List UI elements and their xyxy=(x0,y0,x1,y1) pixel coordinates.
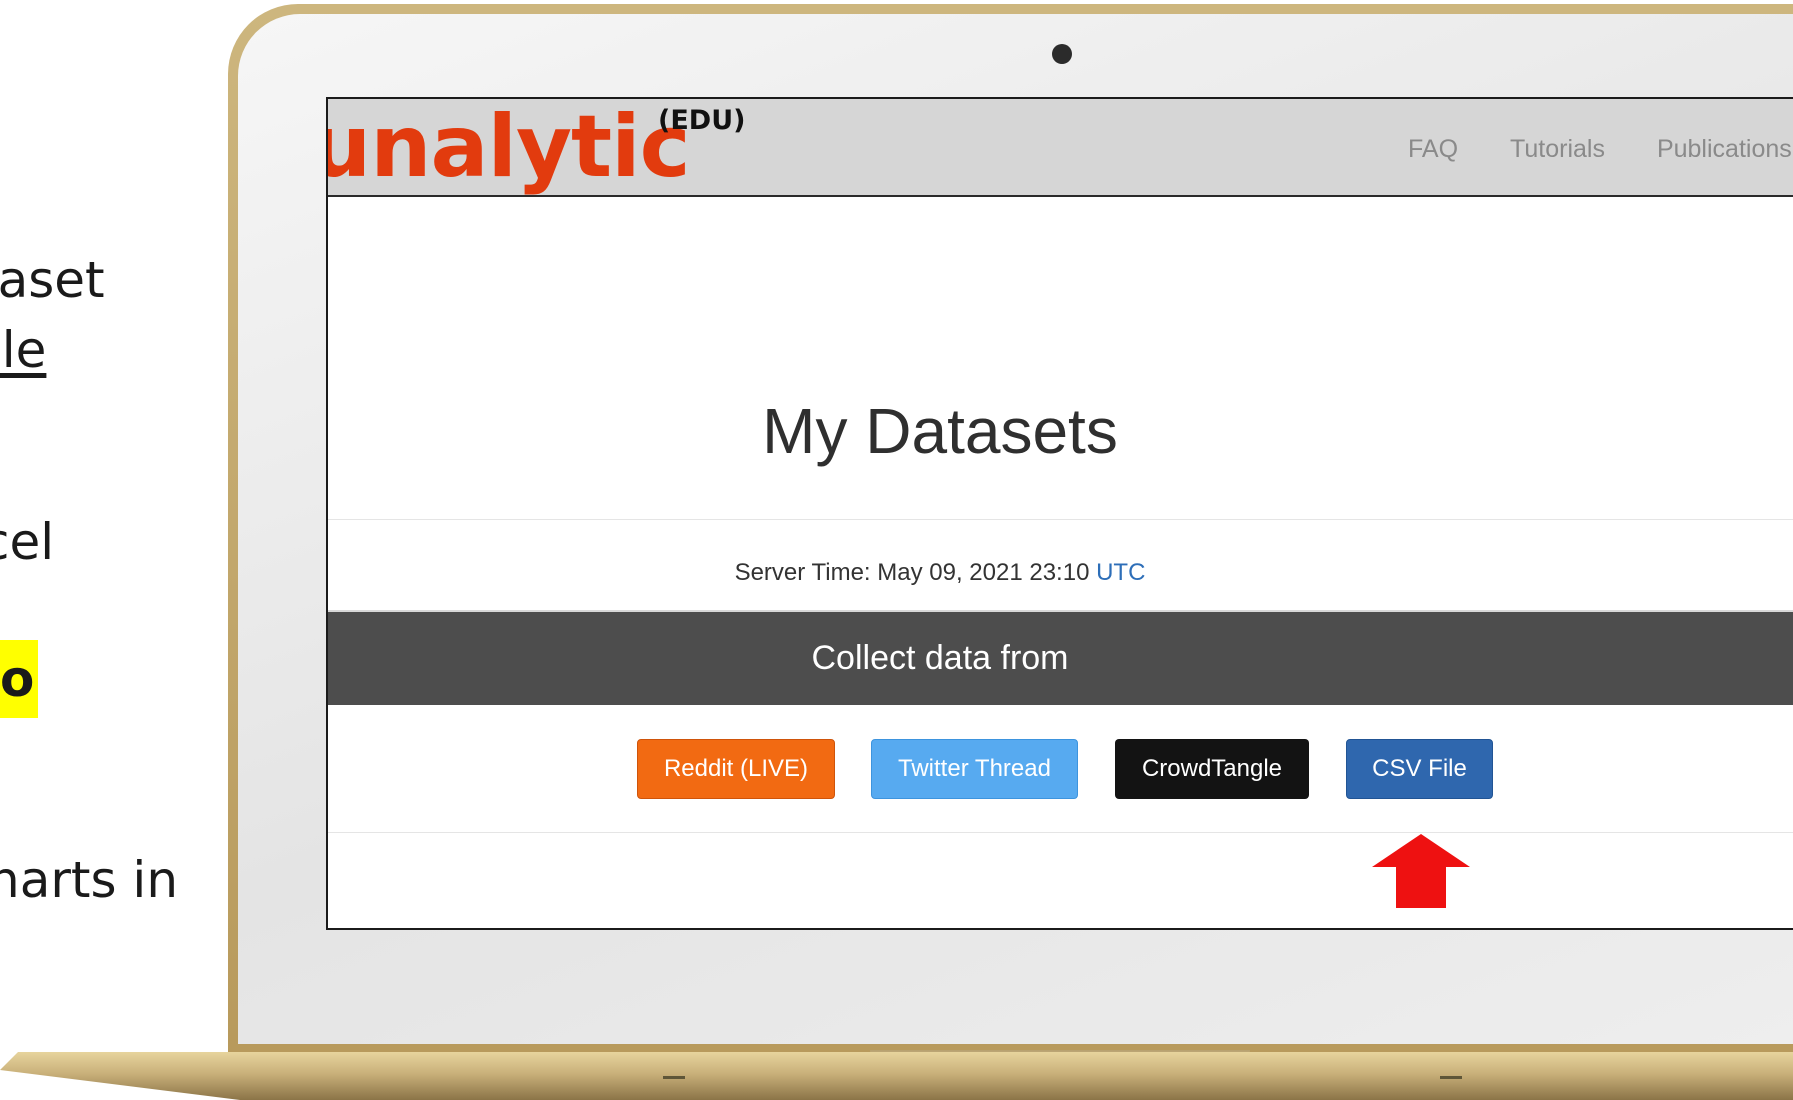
slide-text-line: taset xyxy=(0,251,105,309)
slide-highlight-text: o xyxy=(0,640,38,718)
reddit-live-button[interactable]: Reddit (LIVE) xyxy=(637,739,835,799)
slide-text-line: cel xyxy=(0,513,55,571)
webcam-icon xyxy=(1052,44,1072,64)
divider xyxy=(328,519,1793,520)
laptop-base xyxy=(0,1052,1793,1100)
slide-link-text: ple xyxy=(0,321,47,379)
slide-text-line: harts in xyxy=(0,851,179,909)
arrow-up-icon xyxy=(1372,834,1470,908)
laptop-foot xyxy=(663,1076,685,1079)
twitter-thread-button[interactable]: Twitter Thread xyxy=(871,739,1078,799)
server-time: Server Time: May 09, 2021 23:10 UTC xyxy=(328,559,1552,587)
logo-edu-badge: (EDU) xyxy=(658,105,746,136)
divider xyxy=(328,832,1793,833)
nav-links: FAQ Tutorials Publications xyxy=(1408,135,1792,164)
collect-data-label: Collect data from xyxy=(811,639,1069,677)
crowdtangle-button[interactable]: CrowdTangle xyxy=(1115,739,1309,799)
csv-file-button[interactable]: CSV File xyxy=(1346,739,1493,799)
server-time-zone: UTC xyxy=(1096,559,1146,586)
laptop-screen: unalytic (EDU) FAQ Tutorials Publication… xyxy=(326,97,1793,930)
nav-link-faq[interactable]: FAQ xyxy=(1408,135,1458,164)
server-time-label: Server Time: May 09, 2021 23:10 xyxy=(734,559,1090,586)
collect-data-banner: Collect data from xyxy=(328,610,1793,705)
laptop-foot xyxy=(1440,1076,1462,1079)
top-navbar: unalytic (EDU) FAQ Tutorials Publication… xyxy=(328,99,1793,197)
nav-link-publications[interactable]: Publications xyxy=(1657,135,1792,164)
nav-link-tutorials[interactable]: Tutorials xyxy=(1510,135,1605,164)
slide-highlight-label: o xyxy=(0,650,35,708)
app-logo[interactable]: unalytic xyxy=(328,99,691,197)
page-title: My Datasets xyxy=(762,395,1118,467)
